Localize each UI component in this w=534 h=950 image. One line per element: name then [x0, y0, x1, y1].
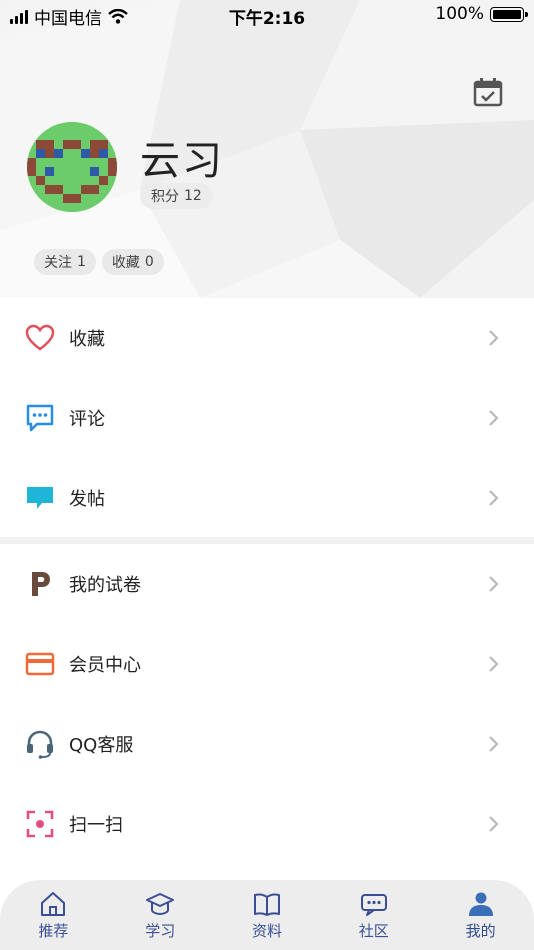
follow-chip[interactable]: 关注 1: [34, 249, 96, 275]
battery-fill: [493, 9, 521, 19]
chevron-right-icon: [489, 410, 499, 426]
menu-label: 扫一扫: [69, 815, 123, 836]
menu-item-comments[interactable]: 评论: [0, 378, 534, 458]
chevron-right-icon: [489, 330, 499, 346]
card-icon: [24, 648, 56, 680]
favorites-label: 收藏: [111, 255, 140, 271]
comment-icon: [24, 402, 56, 434]
menu-label: 我的试卷: [69, 575, 141, 596]
chevron-right-icon: [489, 576, 499, 592]
checkin-calendar-button[interactable]: [472, 76, 504, 108]
favorites-chip[interactable]: 收藏 0: [101, 249, 164, 275]
avatar[interactable]: [27, 122, 117, 212]
bottom-tab-bar: 推荐 学习 资料 社区 我的: [0, 880, 534, 950]
headset-icon: [24, 728, 56, 760]
menu-label: 会员中心: [69, 655, 141, 676]
pixel-avatar-image: [27, 122, 117, 212]
tab-label: 推荐: [38, 922, 69, 940]
graduation-cap-icon: [146, 893, 175, 916]
menu-item-favorites[interactable]: 收藏: [0, 298, 534, 378]
chevron-right-icon: [489, 736, 499, 752]
stats-row: 关注 1 收藏 0: [34, 249, 164, 275]
book-icon: [253, 893, 280, 916]
tab-label: 学习: [145, 922, 176, 940]
tab-materials[interactable]: 资料: [214, 880, 321, 950]
menu-item-my-papers[interactable]: 我的试卷: [0, 544, 534, 624]
menu-label: 收藏: [69, 329, 105, 350]
menu-label: QQ客服: [69, 735, 134, 756]
tab-label: 社区: [358, 922, 389, 940]
tab-mine[interactable]: 我的: [427, 880, 534, 950]
points-value: 12: [184, 188, 202, 204]
menu-item-scan[interactable]: 扫一扫: [0, 784, 534, 864]
favorites-count: 0: [144, 254, 154, 270]
battery-icon: [490, 6, 528, 22]
username: 云习: [140, 138, 224, 184]
status-bar: 中国电信 下午2:16 100%: [0, 0, 534, 30]
points-label: 积分: [151, 189, 179, 205]
post-icon: [24, 482, 56, 514]
menu-label: 发帖: [69, 489, 105, 510]
profile-header: 云习 积分 12 关注 1 收藏 0: [0, 0, 534, 298]
chevron-right-icon: [489, 490, 499, 506]
chat-bubble-icon: [360, 894, 387, 916]
user-icon: [468, 892, 493, 916]
calendar-check-icon: [473, 78, 503, 107]
home-icon: [41, 892, 66, 916]
chevron-right-icon: [489, 816, 499, 832]
menu-item-posts[interactable]: 发帖: [0, 458, 534, 538]
menu-label: 评论: [69, 409, 105, 430]
tab-label: 我的: [465, 922, 496, 940]
points-badge: 积分 12: [140, 183, 213, 209]
paper-icon: [24, 568, 56, 600]
menu-group-activity: 收藏 评论 发帖: [0, 298, 534, 538]
battery-percent: 100%: [435, 4, 484, 24]
status-right: 100%: [435, 4, 528, 24]
menu-item-membership[interactable]: 会员中心: [0, 624, 534, 704]
follow-label: 关注: [44, 255, 72, 271]
tab-recommend[interactable]: 推荐: [0, 880, 107, 950]
tab-label: 资料: [251, 922, 282, 940]
tab-study[interactable]: 学习: [107, 880, 214, 950]
section-divider: [0, 537, 534, 544]
menu-item-qq-support[interactable]: QQ客服: [0, 704, 534, 784]
chevron-right-icon: [489, 656, 499, 672]
heart-icon: [24, 322, 56, 354]
tab-community[interactable]: 社区: [320, 880, 427, 950]
scan-icon: [24, 808, 56, 840]
follow-count: 1: [77, 254, 86, 270]
menu-group-services: 我的试卷 会员中心 QQ客服 扫一扫: [0, 544, 534, 864]
